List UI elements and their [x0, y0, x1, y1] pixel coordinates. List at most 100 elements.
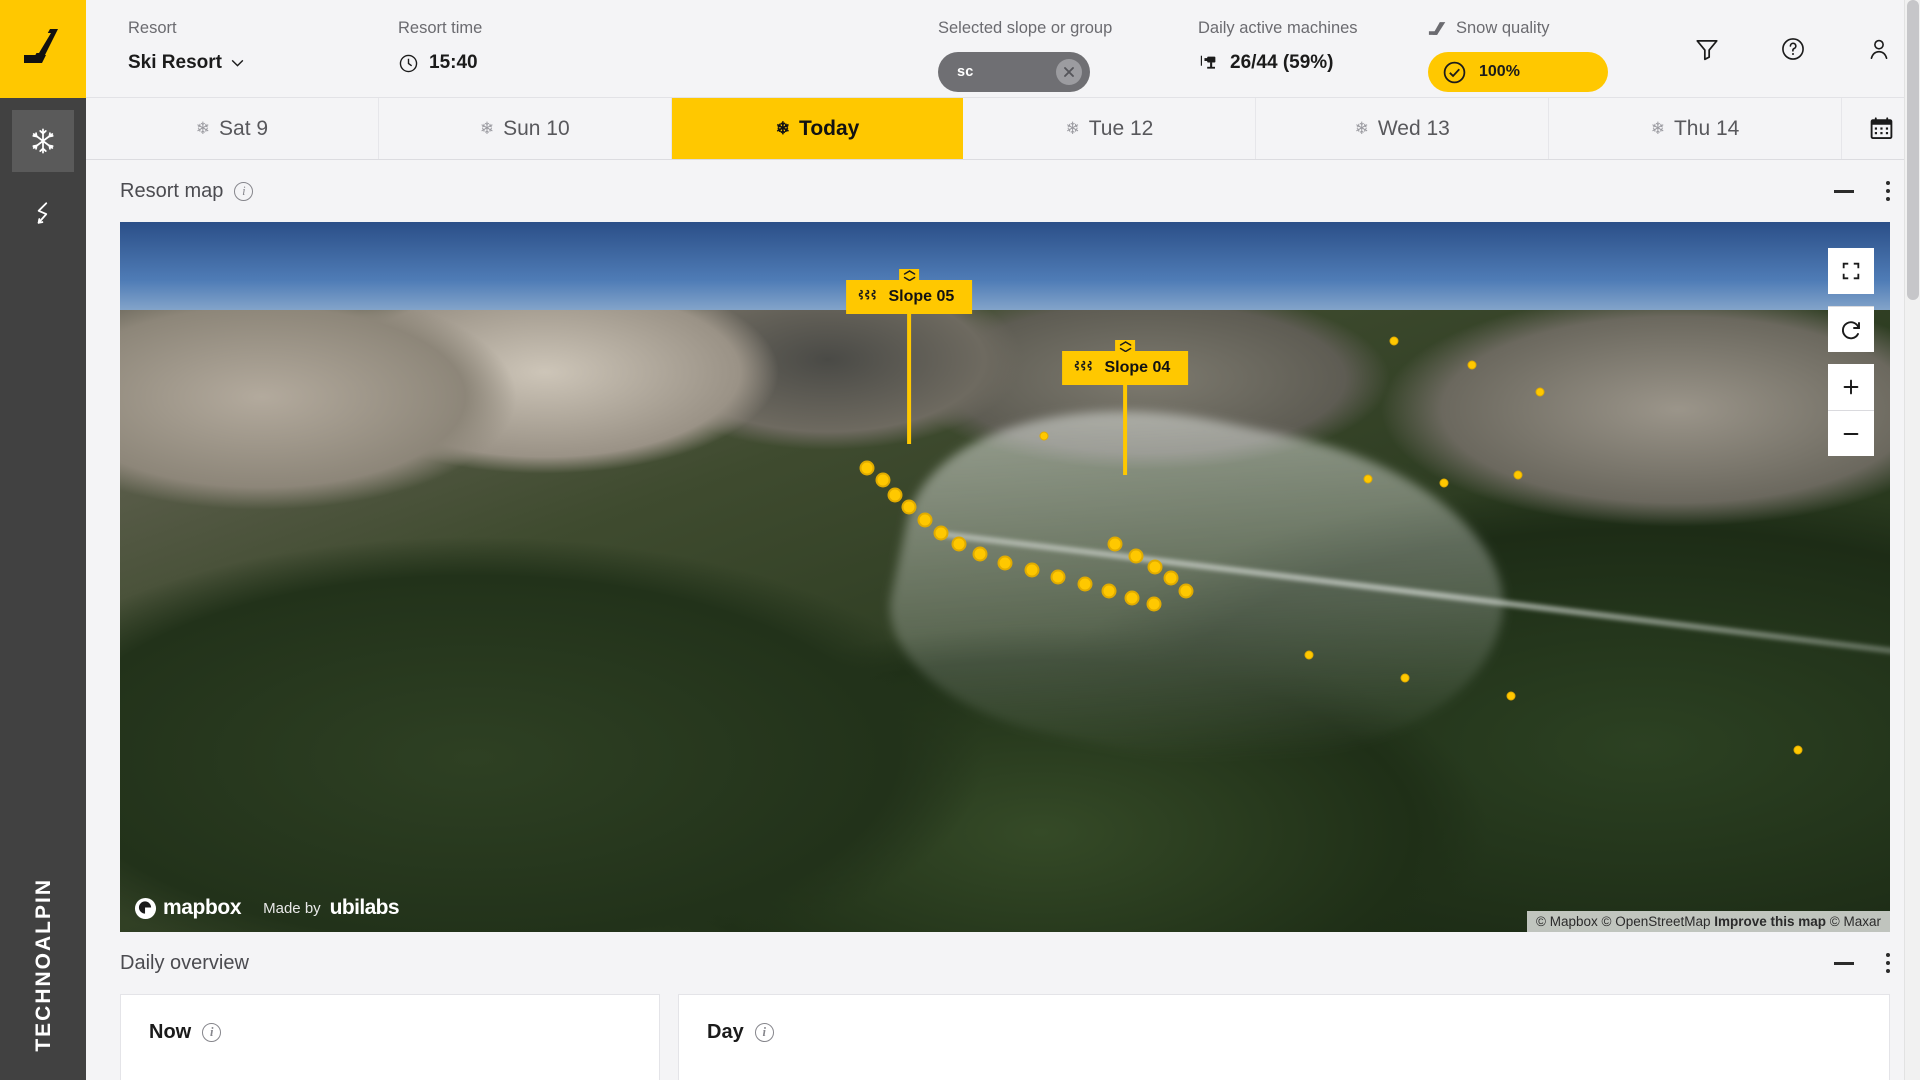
- collapse-button[interactable]: [1834, 189, 1854, 193]
- slope-icon: [1075, 360, 1092, 371]
- map-canvas: [120, 222, 1890, 932]
- daily-overview-cards: Now i Day i: [86, 994, 1920, 1080]
- plus-icon: [1843, 379, 1859, 395]
- marker-caret: [1115, 339, 1136, 354]
- technoalpin-arrow-logo-icon: [24, 29, 58, 63]
- snowflake-icon: ❄: [1065, 118, 1080, 138]
- day-tabs-bar: ❄ Sat 9 ❄ Sun 10 ❄ Today ❄ Tue 12 ❄ Wed …: [86, 98, 1920, 160]
- header-resort-time: Resort time 15:40: [398, 0, 938, 97]
- zoom-in-button[interactable]: [1828, 364, 1874, 410]
- ubilabs-wordmark[interactable]: ubilabs: [330, 896, 400, 920]
- page-scrollbar[interactable]: [1904, 0, 1920, 1080]
- marker-label: Slope 05: [888, 287, 955, 305]
- brand-name: TECHNOALPIN: [31, 878, 55, 1052]
- made-by-text: Made by: [263, 899, 321, 917]
- clock-icon: [399, 54, 418, 72]
- page-title: Resort map: [120, 179, 224, 202]
- lightning-bolt-icon: [37, 202, 48, 224]
- chevron-down-icon: [231, 59, 244, 67]
- made-by: Made by ubilabs: [263, 896, 399, 920]
- daily-active-machines-row: 26/44 (59%): [1198, 52, 1428, 74]
- selected-slope-value: sc: [957, 64, 974, 80]
- account-button[interactable]: [1864, 34, 1894, 64]
- fullscreen-button[interactable]: [1828, 248, 1874, 294]
- more-vertical-icon[interactable]: [1886, 953, 1890, 973]
- mapbox-wordmark: mapbox: [163, 896, 242, 919]
- resort-map[interactable]: Slope 05 Slope 04 mapbox Made by ubilabs…: [120, 222, 1890, 932]
- tab-label: Thu 14: [1673, 116, 1740, 140]
- panel-title-row: Resort map i: [120, 179, 254, 203]
- scrollbar-thumb[interactable]: [1907, 0, 1919, 300]
- chevron-expand-icon: [1119, 341, 1132, 353]
- snow-quality-label-row: Snow quality: [1428, 18, 1608, 38]
- info-icon[interactable]: i: [202, 1023, 222, 1042]
- info-icon[interactable]: i: [234, 181, 254, 201]
- more-vertical-icon[interactable]: [1886, 181, 1890, 201]
- tab-sun-10[interactable]: ❄ Sun 10: [379, 98, 672, 159]
- filter-button[interactable]: [1692, 34, 1722, 64]
- day-tabs: ❄ Sat 9 ❄ Sun 10 ❄ Today ❄ Tue 12 ❄ Wed …: [86, 98, 1842, 159]
- marker-label-box: Slope 04: [1062, 339, 1189, 385]
- selected-slope-chip[interactable]: sc: [938, 52, 1090, 92]
- daily-overview-panel-header: Daily overview: [86, 932, 1920, 994]
- zoom-out-button[interactable]: [1828, 410, 1874, 456]
- sidebar-item-energy[interactable]: [12, 182, 74, 244]
- tab-sat-9[interactable]: ❄ Sat 9: [86, 98, 379, 159]
- resort-time-value: 15:40: [429, 52, 478, 73]
- close-icon: [1064, 67, 1074, 77]
- daily-overview-title: Daily overview: [120, 951, 249, 974]
- attribution-copyright: © Mapbox © OpenStreetMap: [1536, 914, 1715, 929]
- marker-stem: [907, 313, 912, 444]
- daily-overview-title-row: Daily overview: [120, 952, 249, 975]
- resort-map-panel-actions: [1834, 181, 1890, 201]
- check-circle-icon: [1443, 61, 1466, 83]
- map-marker-slope-05[interactable]: Slope 05: [846, 268, 973, 444]
- tab-wed-13[interactable]: ❄ Wed 13: [1256, 98, 1550, 159]
- snow-quality-value: 100%: [1479, 63, 1520, 80]
- header-daily-active-machines: Daily active machines 26/44 (59%): [1198, 0, 1428, 97]
- snowflake-icon: [32, 128, 54, 154]
- snowflake-icon: ❄: [479, 118, 495, 138]
- card-now: Now i: [120, 994, 660, 1080]
- card-title: Now: [149, 1021, 192, 1043]
- clear-selection-button[interactable]: [1056, 59, 1082, 85]
- zoom-controls: [1828, 364, 1874, 456]
- snow-quality-badge: 100%: [1428, 52, 1608, 92]
- snowflake-icon: ❄: [195, 118, 211, 138]
- snowflake-icon: ❄: [775, 118, 791, 138]
- tab-tue-12[interactable]: ❄ Tue 12: [963, 98, 1257, 159]
- help-button[interactable]: [1778, 34, 1808, 64]
- reset-view-button[interactable]: [1828, 306, 1874, 352]
- minus-icon: [1843, 432, 1859, 435]
- marker-caret: [899, 268, 920, 283]
- question-circle-icon: [1782, 38, 1804, 60]
- tab-thu-14[interactable]: ❄ Thu 14: [1549, 98, 1842, 159]
- brand-logo[interactable]: [0, 0, 86, 98]
- card-title-row: Now i: [149, 1021, 631, 1044]
- collapse-button[interactable]: [1834, 961, 1854, 965]
- marker-label-box: Slope 05: [846, 268, 973, 314]
- snow-quality-label: Snow quality: [1456, 19, 1550, 37]
- tab-label: Tue 12: [1088, 116, 1154, 140]
- refresh-icon: [1841, 320, 1860, 339]
- top-header: Resort Ski Resort Resort time 15:40 Sele…: [86, 0, 1920, 98]
- header-resort: Resort Ski Resort: [128, 0, 398, 97]
- resort-label: Resort: [128, 19, 177, 37]
- selected-slope-label: Selected slope or group: [938, 19, 1113, 37]
- daily-active-machines-value: 26/44 (59%): [1230, 52, 1334, 73]
- slope-icon: [859, 289, 877, 300]
- card-day: Day i: [678, 994, 1890, 1080]
- daily-active-machines-label: Daily active machines: [1198, 19, 1358, 37]
- resort-selector[interactable]: Ski Resort: [128, 52, 398, 74]
- map-marker-slope-04[interactable]: Slope 04: [1062, 339, 1189, 475]
- filter-icon: [1696, 40, 1718, 61]
- info-icon[interactable]: i: [754, 1023, 774, 1042]
- resort-map-panel-header: Resort map i: [86, 160, 1920, 222]
- resort-map-panel: Resort map i Slope 05 Slope 04 mapbox Ma…: [86, 160, 1920, 932]
- improve-map-link[interactable]: Improve this map: [1714, 914, 1826, 929]
- sidebar-item-snow[interactable]: [12, 110, 74, 172]
- mapbox-logo[interactable]: mapbox: [134, 896, 242, 920]
- daily-overview-panel: Daily overview Now i Day i: [86, 932, 1920, 1080]
- tab-today[interactable]: ❄ Today: [671, 98, 964, 159]
- snowflake-icon: ❄: [1354, 118, 1369, 138]
